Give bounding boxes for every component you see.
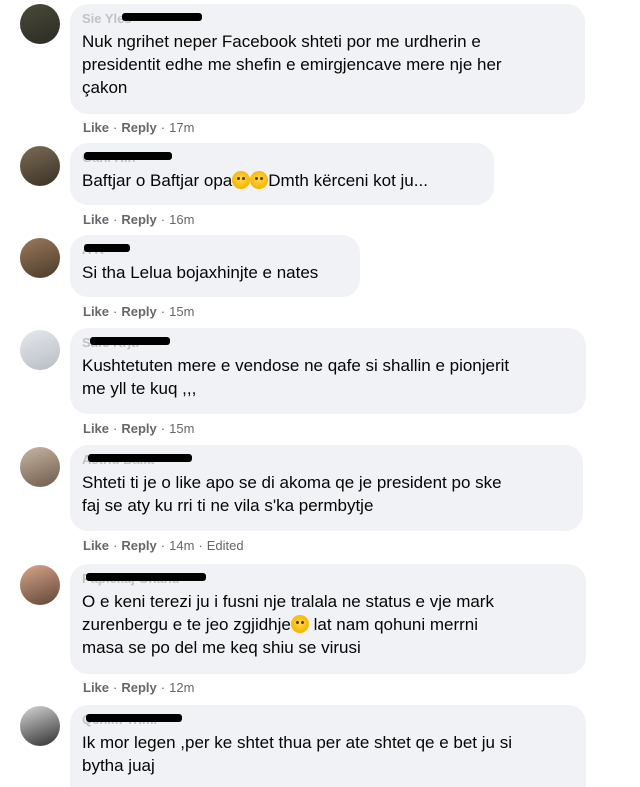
comment-bubble: Sie Yles Nuk ngrihet neper Facebook shte… (70, 4, 585, 114)
reply-button[interactable]: Reply (121, 304, 156, 319)
redaction-bar (84, 152, 172, 160)
comment-line: lat nam qohuni merrni (313, 615, 479, 634)
comment-line: Kushtetuten mere e vendose ne qafe si sh… (82, 356, 510, 375)
comment-actions: Like · Reply · 16m (83, 212, 195, 228)
comment-timestamp[interactable]: 16m (169, 212, 194, 228)
comment-line: zurenbergu e te jeo zgjidhje (82, 615, 291, 634)
comment-line: presidentit edhe me shefin e emirgjencav… (82, 55, 502, 74)
comment-text: Ik mor legen ,per ke shtet thua per ate … (82, 731, 572, 777)
like-button[interactable]: Like (83, 421, 109, 436)
redaction-bar (122, 13, 202, 21)
avatar[interactable] (20, 706, 60, 746)
like-button[interactable]: Like (83, 212, 109, 227)
like-button[interactable]: Like (83, 538, 109, 553)
comment-bubble: A R Si tha Lelua bojaxhinjte e nates (70, 235, 360, 297)
comment-bubble: Gani Hin Baftjar o Baftjar opa Dmth kërce… (70, 143, 494, 205)
comment-actions: Like · Reply · 15m (83, 304, 195, 320)
comment-line: masa se po del me keq shiu se virusi (82, 638, 361, 657)
comment-text: Baftjar o Baftjar opa Dmth kërceni kot ju… (82, 169, 480, 192)
avatar[interactable] (20, 4, 60, 44)
commenter-name[interactable]: Paplekaj Ghand (82, 572, 206, 586)
comment-timestamp[interactable]: 17m (169, 120, 194, 136)
reply-button[interactable]: Reply (121, 421, 156, 436)
reply-button[interactable]: Reply (121, 538, 156, 553)
avatar[interactable] (20, 565, 60, 605)
comment-bubble: Safe Krjti Kushtetuten mere e vendose ne… (70, 328, 586, 414)
comment-line: Shteti ti je o like apo se di akoma qe j… (82, 473, 502, 492)
comment-text: Si tha Lelua bojaxhinjte e nates (82, 261, 346, 284)
comment-line: faj se aty ku rri ti ne vila s'ka permby… (82, 496, 374, 515)
edited-label[interactable]: Edited (207, 538, 244, 554)
reply-button[interactable]: Reply (121, 120, 156, 135)
redaction-bar (88, 454, 192, 462)
reply-button[interactable]: Reply (121, 680, 156, 695)
avatar[interactable] (20, 146, 60, 186)
avatar[interactable] (20, 447, 60, 487)
commenter-name[interactable]: Sie Yles (82, 12, 202, 26)
comment-line: bytha juaj (82, 756, 155, 775)
like-button[interactable]: Like (83, 120, 109, 135)
comment-actions: Like · Reply · 12m (83, 680, 195, 696)
commenter-name[interactable]: Gani Hin (82, 151, 172, 165)
comment-text: Shteti ti je o like apo se di akoma qe j… (82, 471, 569, 517)
comment-timestamp[interactable]: 14m (169, 538, 194, 554)
comment-actions: Like · Reply · 17m (83, 120, 195, 136)
avatar[interactable] (20, 238, 60, 278)
comment-timestamp[interactable]: 15m (169, 304, 194, 320)
comment-line: çakon (82, 78, 128, 97)
redaction-bar (86, 573, 206, 581)
commenter-name[interactable]: Qenim Trimi (82, 713, 182, 727)
avatar[interactable] (20, 330, 60, 370)
like-button[interactable]: Like (83, 680, 109, 695)
comment-bubble: Paplekaj Ghand O e keni terezi ju i fusn… (70, 564, 586, 674)
rofl-emoji-icon (250, 171, 269, 189)
commenter-name[interactable]: A R (82, 243, 130, 257)
comment-text: Kushtetuten mere e vendose ne qafe si sh… (82, 354, 572, 400)
comment-line: Nuk ngrihet neper Facebook shteti por me… (82, 32, 481, 51)
like-button[interactable]: Like (83, 304, 109, 319)
comment-line: me yll te kuq ,,, (82, 379, 197, 398)
comment-line: Si tha Lelua bojaxhinjte e nates (82, 263, 319, 282)
redaction-bar (90, 337, 170, 345)
comment-text: Nuk ngrihet neper Facebook shteti por me… (82, 30, 571, 99)
comment-actions: Like · Reply · 14m · Edited (83, 538, 244, 554)
comment-text: O e keni terezi ju i fusni nje tralala n… (82, 590, 572, 659)
commenter-name[interactable]: Astrid Balla (82, 453, 192, 467)
redaction-bar (84, 244, 130, 252)
commenter-name[interactable]: Safe Krjti (82, 336, 170, 350)
grinning-emoji-icon (232, 171, 251, 189)
comment-actions: Like · Reply · 15m (83, 421, 195, 437)
comment-line: Dmth kërceni kot ju... (268, 171, 428, 190)
comment-line: Ik mor legen ,per ke shtet thua per ate … (82, 733, 512, 752)
reply-button[interactable]: Reply (121, 212, 156, 227)
smiling-emoji-icon (290, 615, 309, 633)
comment-bubble: Qenim Trimi Ik mor legen ,per ke shtet t… (70, 705, 586, 787)
comment-timestamp[interactable]: 15m (169, 421, 194, 437)
comment-bubble: Astrid Balla Shteti ti je o like apo se … (70, 445, 583, 531)
comment-timestamp[interactable]: 12m (169, 680, 194, 696)
redaction-bar (86, 714, 182, 722)
comment-line: Baftjar o Baftjar opa (82, 171, 233, 190)
comment-line: O e keni terezi ju i fusni nje tralala n… (82, 592, 494, 611)
